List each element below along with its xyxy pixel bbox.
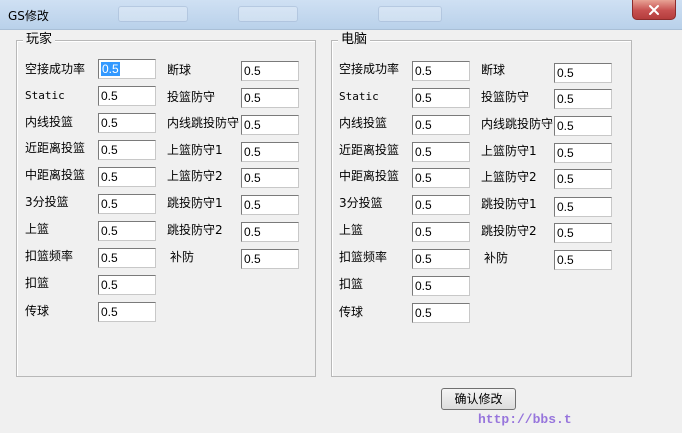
shot-defense-label: 投篮防守 — [167, 90, 216, 104]
background-window-tab — [378, 6, 442, 22]
computer-help-defense-input[interactable]: 0.5 — [554, 250, 612, 270]
player-layup-defense-1-input[interactable]: 0.5 — [241, 142, 299, 162]
jump-defense-2-label: 跳投防守2 — [167, 223, 223, 237]
player-pass-input[interactable]: 0.5 — [98, 302, 156, 322]
post-jump-defense-label: 内线跳投防守 — [481, 117, 554, 131]
player-dunk-input[interactable]: 0.5 — [98, 275, 156, 295]
watermark: http://bbs.t — [478, 412, 572, 427]
computer-dunk-input[interactable]: 0.5 — [412, 276, 470, 296]
three-shot-label: 3分投篮 — [339, 196, 383, 210]
layup-label: 上篮 — [339, 223, 364, 237]
pass-label: 传球 — [339, 305, 364, 319]
computer-inside-input[interactable]: 0.5 — [412, 115, 470, 135]
rate-label: 空接成功率 — [339, 62, 400, 76]
dunk-freq-label: 扣篮频率 — [339, 250, 388, 264]
jump-defense-1-label: 跳投防守1 — [167, 196, 223, 210]
player-layup-defense-2-input[interactable]: 0.5 — [241, 168, 299, 188]
player-jump-defense-2-input[interactable]: 0.5 — [241, 222, 299, 242]
player-static-input[interactable]: 0.5 — [98, 86, 156, 106]
jump-defense-1-label: 跳投防守1 — [481, 197, 537, 211]
computer-static-input[interactable]: 0.5 — [412, 88, 470, 108]
layup-defense-2-label: 上篮防守2 — [167, 169, 223, 183]
player-layup-input[interactable]: 0.5 — [98, 221, 156, 241]
rate-label: 空接成功率 — [25, 62, 86, 76]
close-icon — [649, 4, 659, 15]
player-close-input[interactable]: 0.5 — [98, 140, 156, 160]
computer-three-input[interactable]: 0.5 — [412, 195, 470, 215]
player-rate-input[interactable]: 0.5 — [98, 59, 156, 79]
computer-rate-input[interactable]: 0.5 — [412, 61, 470, 81]
pass-label: 传球 — [25, 304, 50, 318]
computer-layup-defense-1-input[interactable]: 0.5 — [554, 143, 612, 163]
post-jump-defense-label: 内线跳投防守 — [167, 116, 240, 130]
computer-pass-input[interactable]: 0.5 — [412, 303, 470, 323]
computer-shot-defense-input[interactable]: 0.5 — [554, 89, 612, 109]
player-inside-input[interactable]: 0.5 — [98, 113, 156, 133]
static-label: Static — [339, 90, 379, 103]
window-title: GS修改 — [8, 9, 49, 23]
dunk-label: 扣篮 — [339, 277, 364, 291]
title-bar: GS修改 — [0, 0, 682, 30]
player-steal-input[interactable]: 0.5 — [241, 61, 299, 81]
mid-shot-label: 中距离投篮 — [25, 168, 86, 182]
shot-defense-label: 投篮防守 — [481, 90, 530, 104]
background-window-tab — [238, 6, 298, 22]
background-window-tab — [118, 6, 188, 22]
computer-layup-input[interactable]: 0.5 — [412, 222, 470, 242]
player-post-defense-input[interactable]: 0.5 — [241, 115, 299, 135]
computer-group-title: 电脑 — [338, 32, 371, 48]
player-group-title: 玩家 — [23, 32, 56, 48]
confirm-changes-button[interactable]: 确认修改 — [441, 388, 516, 410]
help-defense-label: 补防 — [484, 251, 509, 265]
computer-jump-defense-1-input[interactable]: 0.5 — [554, 197, 612, 217]
layup-defense-2-label: 上篮防守2 — [481, 170, 537, 184]
close-button[interactable] — [632, 0, 676, 20]
help-defense-label: 补防 — [170, 250, 195, 264]
inside-shot-label: 内线投篮 — [339, 116, 388, 130]
layup-defense-1-label: 上篮防守1 — [481, 144, 537, 158]
computer-mid-input[interactable]: 0.5 — [412, 168, 470, 188]
computer-post-defense-input[interactable]: 0.5 — [554, 116, 612, 136]
close-shot-label: 近距离投篮 — [339, 143, 400, 157]
steal-label: 断球 — [167, 63, 192, 77]
jump-defense-2-label: 跳投防守2 — [481, 224, 537, 238]
inside-shot-label: 内线投篮 — [25, 115, 74, 129]
player-dunk-freq-input[interactable]: 0.5 — [98, 248, 156, 268]
layup-label: 上篮 — [25, 222, 50, 236]
computer-close-input[interactable]: 0.5 — [412, 142, 470, 162]
player-jump-defense-1-input[interactable]: 0.5 — [241, 195, 299, 215]
player-three-input[interactable]: 0.5 — [98, 194, 156, 214]
static-label: Static — [25, 89, 65, 102]
computer-jump-defense-2-input[interactable]: 0.5 — [554, 223, 612, 243]
player-mid-input[interactable]: 0.5 — [98, 167, 156, 187]
computer-steal-input[interactable]: 0.5 — [554, 63, 612, 83]
mid-shot-label: 中距离投篮 — [339, 169, 400, 183]
computer-dunk-freq-input[interactable]: 0.5 — [412, 249, 470, 269]
computer-layup-defense-2-input[interactable]: 0.5 — [554, 169, 612, 189]
dunk-freq-label: 扣篮频率 — [25, 249, 74, 263]
three-shot-label: 3分投篮 — [25, 195, 69, 209]
player-help-defense-input[interactable]: 0.5 — [241, 249, 299, 269]
steal-label: 断球 — [481, 63, 506, 77]
dunk-label: 扣篮 — [25, 276, 50, 290]
player-shot-defense-input[interactable]: 0.5 — [241, 88, 299, 108]
layup-defense-1-label: 上篮防守1 — [167, 143, 223, 157]
close-shot-label: 近距离投篮 — [25, 141, 86, 155]
